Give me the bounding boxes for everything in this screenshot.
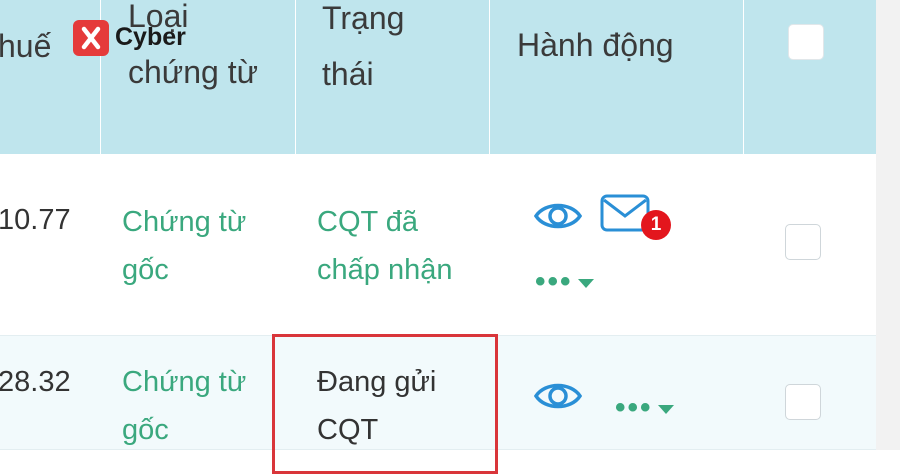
more-actions-dots[interactable]: •••	[615, 393, 653, 423]
row-status-line1: CQT đã	[317, 206, 419, 238]
row-doc-type-line1[interactable]: Chứng từ	[122, 358, 246, 406]
chevron-down-icon[interactable]	[578, 279, 594, 288]
view-eye-icon[interactable]	[533, 378, 583, 414]
logo-text: Cyber	[115, 23, 186, 51]
row-status-line2: chấp nhận	[317, 254, 453, 286]
row-checkbox[interactable]	[785, 224, 821, 260]
header-status[interactable]: Trạng thái	[296, 0, 490, 154]
cyber-logo: Cyber	[73, 20, 186, 56]
table-row: 10.77 Chứng từ gốc CQT đã chấp nhận 1 ••…	[0, 154, 876, 336]
status-highlight-box	[272, 334, 498, 474]
header-actions-label: Hành động	[517, 27, 674, 63]
header-actions: Hành động	[490, 0, 744, 154]
row-doc-type-line2[interactable]: gốc	[122, 406, 169, 454]
header-tax-label: huế	[0, 28, 52, 64]
header-status-line1: Trạng	[322, 0, 405, 36]
scrollbar-track[interactable]	[876, 0, 900, 450]
view-eye-icon[interactable]	[533, 198, 583, 234]
row-doc-type-line1[interactable]: Chứng từ	[122, 198, 246, 246]
more-actions-dots[interactable]: •••	[535, 267, 573, 297]
row-checkbox[interactable]	[785, 384, 821, 420]
row-doc-type-line2[interactable]: gốc	[122, 246, 169, 294]
chevron-down-icon[interactable]	[658, 405, 674, 414]
row-amount: 28.32	[0, 366, 71, 398]
mail-badge: 1	[641, 210, 671, 240]
header-doc-type-line2: chứng từ	[128, 54, 259, 90]
header-select-all	[744, 0, 876, 154]
logo-mark-icon	[73, 20, 109, 56]
header-status-line2: thái	[322, 56, 374, 92]
row-amount: 10.77	[0, 204, 71, 236]
invoice-table: huế Loại chứng từ Trạng thái Hành động 1…	[0, 0, 876, 474]
select-all-checkbox[interactable]	[788, 24, 824, 60]
